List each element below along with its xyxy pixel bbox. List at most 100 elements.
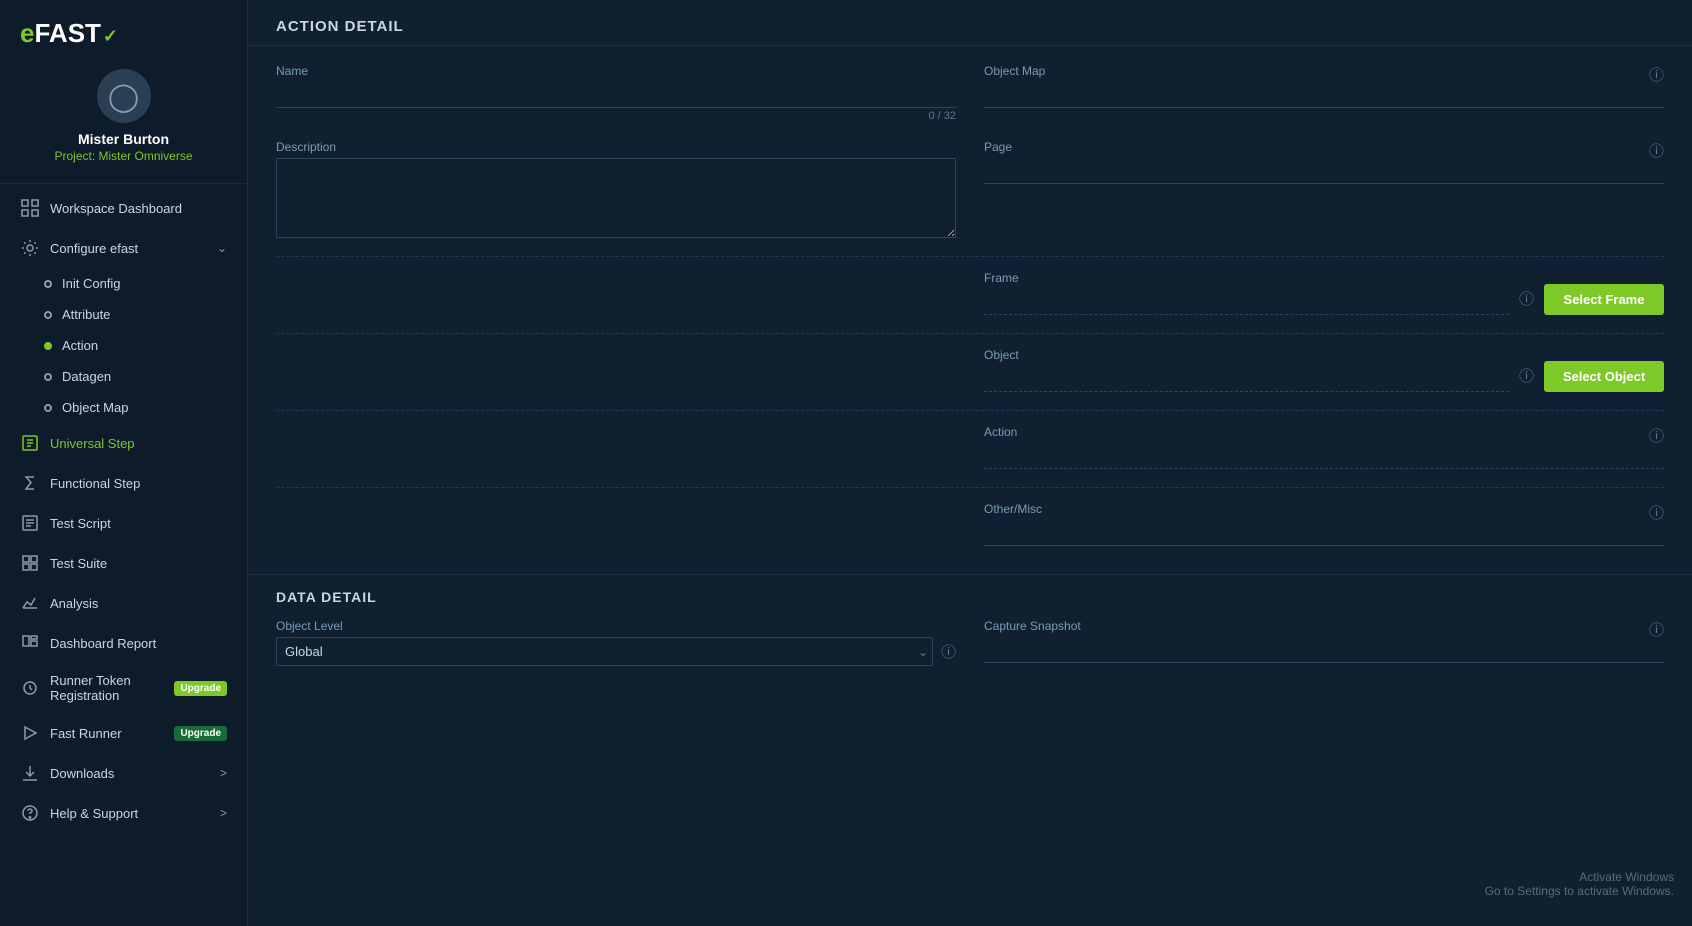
sidebar-item-label: Analysis xyxy=(50,596,227,611)
sidebar-item-label: Test Script xyxy=(50,516,227,531)
frame-inner-group: Frame xyxy=(984,271,1509,315)
sidebar-item-label: Action xyxy=(62,338,98,353)
spacer-group xyxy=(276,271,956,315)
name-input[interactable] xyxy=(276,82,956,108)
capture-snapshot-help-icon[interactable]: ⓘ xyxy=(1649,619,1664,640)
dashboard-icon xyxy=(20,633,40,653)
sidebar-item-label: Runner Token Registration xyxy=(50,673,168,703)
description-group: Description xyxy=(276,140,956,238)
object-group: Object ⓘ Select Object xyxy=(984,348,1664,392)
object-help-icon[interactable]: ⓘ xyxy=(1519,365,1534,386)
name-char-count: 0 / 32 xyxy=(276,110,956,122)
other-misc-help-icon[interactable]: ⓘ xyxy=(1649,502,1664,523)
sidebar-item-workspace-dashboard[interactable]: Workspace Dashboard xyxy=(0,188,247,228)
help-icon xyxy=(20,803,40,823)
dot-icon xyxy=(44,280,52,288)
action-label: Action xyxy=(984,425,1664,439)
chart-icon xyxy=(20,593,40,613)
upgrade-badge[interactable]: Upgrade xyxy=(174,681,227,696)
page-title: ACTION DETAIL xyxy=(276,18,1664,35)
sidebar-item-fast-runner[interactable]: Fast Runner Upgrade xyxy=(0,713,247,753)
sidebar-item-label: Object Map xyxy=(62,400,128,415)
sidebar-item-attribute[interactable]: Attribute xyxy=(0,299,247,330)
sidebar-item-functional-step[interactable]: Functional Step xyxy=(0,463,247,503)
upgrade-badge-runner[interactable]: Upgrade xyxy=(174,726,227,741)
frame-help-icon[interactable]: ⓘ xyxy=(1519,288,1534,309)
form-row-3: Frame ⓘ Select Frame xyxy=(276,271,1664,315)
object-inner-group: Object xyxy=(984,348,1509,392)
user-name: Mister Burton xyxy=(78,131,169,147)
download-icon xyxy=(20,763,40,783)
select-object-button[interactable]: Select Object xyxy=(1544,361,1664,392)
user-project: Project: Mister Omniverse xyxy=(54,149,192,163)
sidebar-item-datagen[interactable]: Datagen xyxy=(0,361,247,392)
sigma-icon xyxy=(20,473,40,493)
frame-with-btn: Frame ⓘ Select Frame xyxy=(984,271,1664,315)
object-with-btn: Object ⓘ Select Object xyxy=(984,348,1664,392)
object-level-select[interactable]: Global Local xyxy=(276,637,933,666)
object-label: Object xyxy=(984,348,1509,362)
frame-label: Frame xyxy=(984,271,1509,285)
page-group: Page ⓘ xyxy=(984,140,1664,238)
action-group: Action ⓘ xyxy=(984,425,1664,469)
sidebar-item-label: Downloads xyxy=(50,766,220,781)
object-map-help-icon[interactable]: ⓘ xyxy=(1649,64,1664,85)
page-label: Page xyxy=(984,140,1664,154)
sidebar-item-downloads[interactable]: Downloads > xyxy=(0,753,247,793)
sidebar-item-configure-efast[interactable]: Configure efast ⌄ xyxy=(0,228,247,268)
user-icon: ◯ xyxy=(108,80,139,113)
other-misc-input[interactable] xyxy=(984,520,1664,546)
object-level-label: Object Level xyxy=(276,619,956,633)
app-logo: eFAST✓ xyxy=(20,18,118,49)
sidebar-item-test-suite[interactable]: Test Suite xyxy=(0,543,247,583)
script-icon xyxy=(20,513,40,533)
name-label: Name xyxy=(276,64,956,78)
capture-snapshot-input[interactable] xyxy=(984,637,1664,663)
object-map-label: Object Map xyxy=(984,64,1664,78)
sidebar-item-runner-token[interactable]: Runner Token Registration Upgrade xyxy=(0,663,247,713)
object-level-select-wrapper: Global Local ⌄ ⓘ xyxy=(276,637,956,666)
sidebar-item-universal-step[interactable]: Universal Step xyxy=(0,423,247,463)
description-input[interactable] xyxy=(276,158,956,238)
gear-icon xyxy=(20,238,40,258)
object-map-input[interactable] xyxy=(984,82,1664,108)
object-level-help-icon[interactable]: ⓘ xyxy=(941,641,956,662)
select-frame-button[interactable]: Select Frame xyxy=(1544,284,1664,315)
action-input[interactable] xyxy=(984,443,1664,469)
data-detail-section: DATA DETAIL Object Level Global Local ⌄ … xyxy=(248,574,1692,694)
sidebar-item-label: Attribute xyxy=(62,307,110,322)
dot-icon xyxy=(44,311,52,319)
sidebar-item-label: Fast Runner xyxy=(50,726,168,741)
main-content: ACTION DETAIL Name 0 / 32 Object Map ⓘ D… xyxy=(248,0,1692,926)
logo-fast: FAST xyxy=(34,18,100,48)
sidebar-item-dashboard-report[interactable]: Dashboard Report xyxy=(0,623,247,663)
chevron-right-icon: > xyxy=(220,766,227,780)
sidebar-item-analysis[interactable]: Analysis xyxy=(0,583,247,623)
page-input[interactable] xyxy=(984,158,1664,184)
sidebar-item-label: Configure efast xyxy=(50,241,217,256)
token-icon xyxy=(20,678,40,698)
sidebar-item-test-script[interactable]: Test Script xyxy=(0,503,247,543)
sidebar-item-label: Functional Step xyxy=(50,476,227,491)
logo-area: eFAST✓ xyxy=(0,0,247,59)
form-row-5: Action ⓘ xyxy=(276,425,1664,469)
sidebar-item-label: Datagen xyxy=(62,369,111,384)
object-map-group: Object Map ⓘ xyxy=(984,64,1664,122)
sidebar-item-label: Init Config xyxy=(62,276,121,291)
name-group: Name 0 / 32 xyxy=(276,64,956,122)
sidebar-item-action[interactable]: Action xyxy=(0,330,247,361)
spacer-group-3 xyxy=(276,425,956,469)
sidebar-item-object-map[interactable]: Object Map xyxy=(0,392,247,423)
dot-icon xyxy=(44,373,52,381)
sidebar-item-help-support[interactable]: Help & Support > xyxy=(0,793,247,833)
page-header: ACTION DETAIL xyxy=(248,0,1692,46)
data-detail-row: Object Level Global Local ⌄ ⓘ Capture Sn… xyxy=(276,619,1664,666)
page-help-icon[interactable]: ⓘ xyxy=(1649,140,1664,161)
action-help-icon[interactable]: ⓘ xyxy=(1649,425,1664,446)
object-input[interactable] xyxy=(984,366,1509,392)
avatar: ◯ xyxy=(97,69,151,123)
lightning-icon xyxy=(20,433,40,453)
grid-icon xyxy=(20,198,40,218)
frame-input[interactable] xyxy=(984,289,1509,315)
sidebar-item-init-config[interactable]: Init Config xyxy=(0,268,247,299)
